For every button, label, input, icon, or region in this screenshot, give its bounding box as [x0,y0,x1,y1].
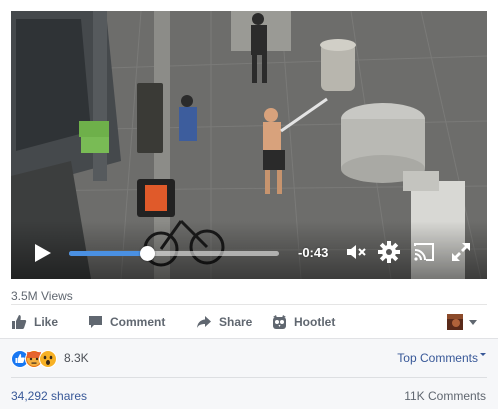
cast-icon[interactable] [412,240,436,264]
reaction-count[interactable]: 8.3K [64,351,89,365]
comments-count[interactable]: 11K Comments [404,389,486,403]
video-player[interactable]: -0:43 [11,11,487,279]
reactions-summary: 8.3K Top Comments 34,292 shares 11K Comm… [0,338,498,409]
gear-icon[interactable] [377,240,401,264]
progress-scrubber[interactable] [139,246,155,261]
top-comments-dropdown[interactable]: Top Comments [397,351,486,365]
fullscreen-icon[interactable] [449,240,473,264]
comment-icon [89,315,102,328]
caret-down-icon [480,353,486,356]
divider [11,377,487,378]
thumbs-up-icon [12,315,27,329]
action-bar: Like Comment Share Hootlet [11,304,487,340]
progress-fill [69,251,147,256]
hootlet-button[interactable]: Hootlet [272,305,335,339]
share-as-selector[interactable] [447,314,479,330]
shares-count[interactable]: 34,292 shares [11,389,87,403]
share-arrow-icon [197,316,211,328]
hootlet-label: Hootlet [294,315,336,329]
share-button[interactable]: Share [196,305,252,339]
top-comments-label: Top Comments [397,351,478,365]
like-label: Like [34,315,59,329]
time-remaining: -0:43 [298,245,329,260]
reaction-icons[interactable] [11,350,63,368]
comment-button[interactable]: Comment [88,305,165,339]
mute-icon[interactable] [344,240,368,264]
video-controls: -0:43 [11,227,487,279]
share-label: Share [219,315,253,329]
owl-icon [273,314,286,329]
view-count: 3.5M Views [11,289,73,303]
progress-bar[interactable] [69,246,279,261]
chevron-down-icon [469,320,477,325]
wow-reaction-icon [39,350,57,368]
comment-label: Comment [110,315,166,329]
avatar [447,314,463,330]
like-button[interactable]: Like [11,305,58,339]
play-icon[interactable] [31,242,53,264]
